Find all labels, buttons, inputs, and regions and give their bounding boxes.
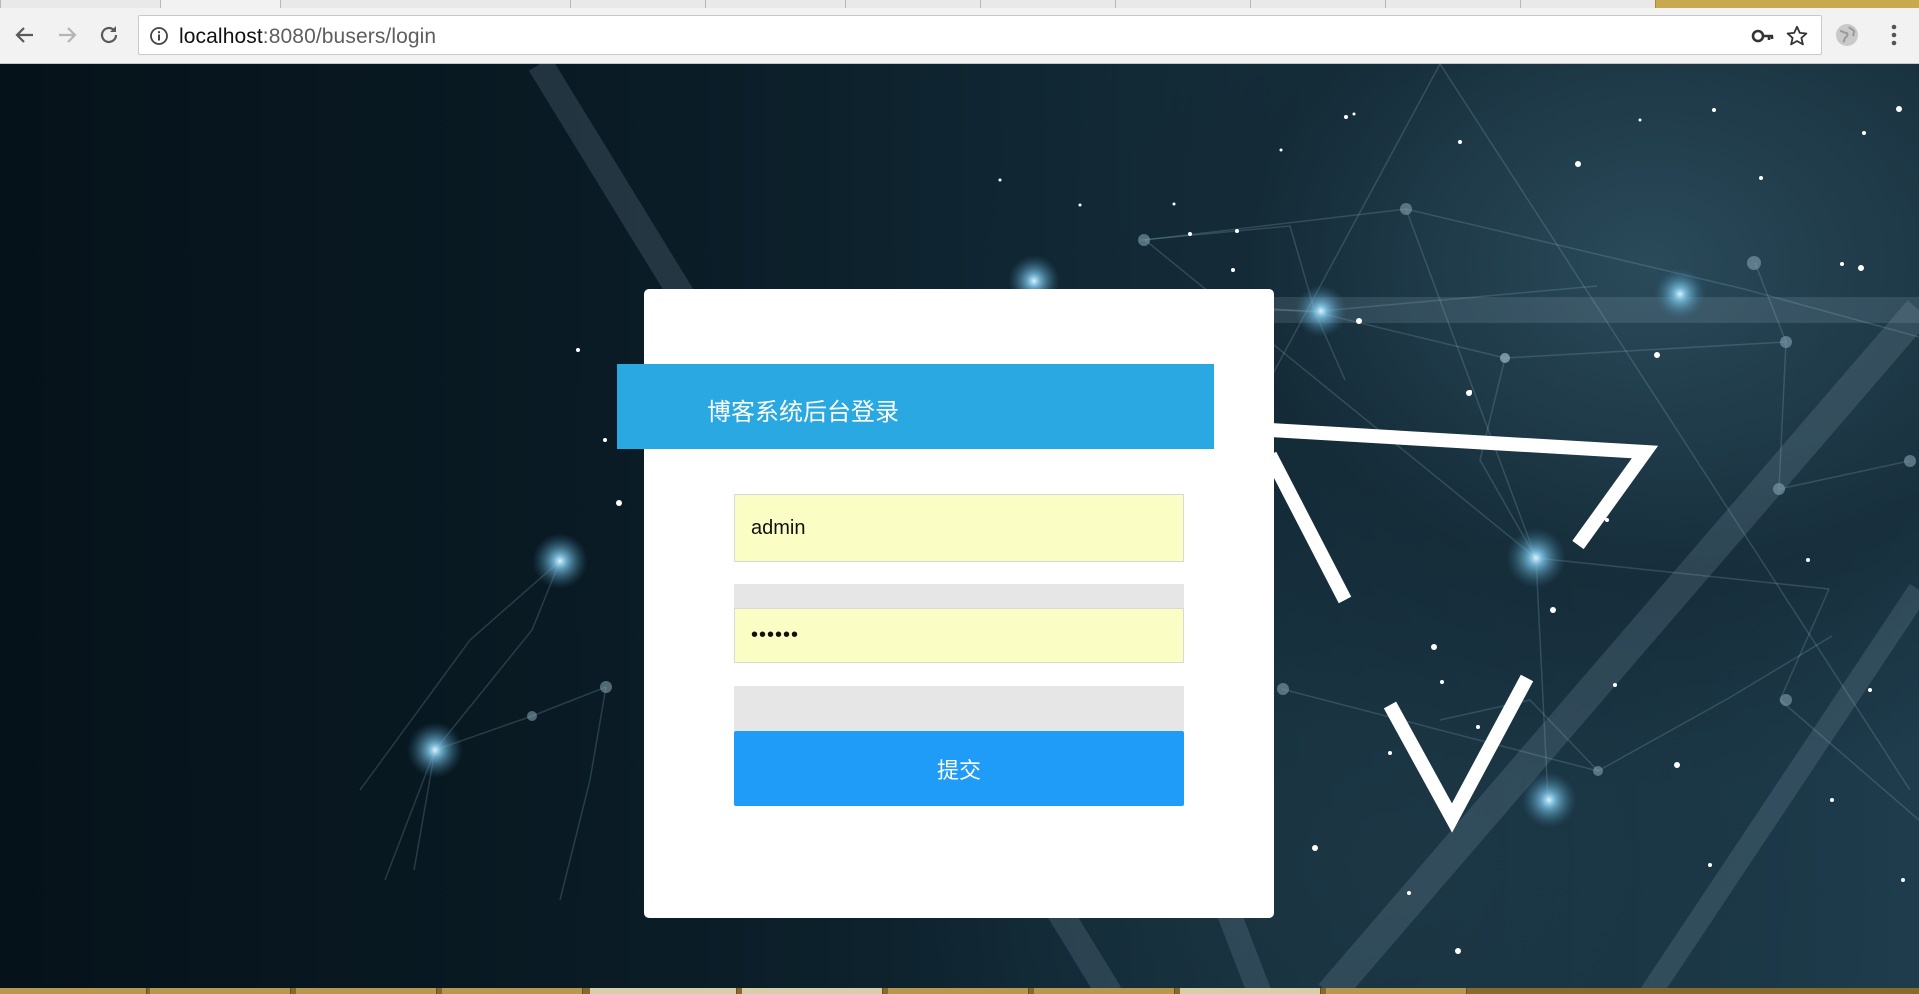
browser-toolbar: localhost:8080/busers/login [0, 8, 1919, 64]
tab-strip [0, 0, 1919, 8]
browser-tab[interactable] [160, 0, 282, 8]
url-host: localhost [179, 25, 263, 48]
url-text[interactable]: localhost:8080/busers/login [179, 25, 436, 49]
browser-tab[interactable] [1655, 0, 1919, 8]
vertical-dots-icon[interactable] [1882, 22, 1906, 48]
username-input[interactable]: admin [734, 494, 1184, 562]
browser-tab[interactable] [1385, 0, 1522, 8]
submit-button[interactable]: 提交 [734, 731, 1184, 806]
browser-tab[interactable] [1250, 0, 1387, 8]
login-title: 博客系统后台登录 [707, 399, 899, 426]
browser-tab[interactable] [280, 0, 572, 8]
reload-icon [100, 26, 118, 44]
password-field-top [734, 584, 1184, 608]
browser-tab[interactable] [570, 0, 707, 8]
globe-icon[interactable] [1834, 22, 1860, 48]
forward-button[interactable] [52, 20, 82, 50]
reload-button[interactable] [94, 20, 124, 50]
taskbar [0, 988, 1919, 994]
arrow-left-icon [15, 27, 33, 43]
captcha-placeholder [734, 686, 1184, 731]
url-path: :8080/busers/login [262, 25, 437, 48]
browser-tab[interactable] [0, 0, 162, 8]
star-icon[interactable] [1785, 24, 1809, 48]
address-bar[interactable]: localhost:8080/busers/login [138, 15, 1822, 55]
back-button[interactable] [10, 20, 40, 50]
browser-tab[interactable] [1115, 0, 1252, 8]
browser-tab[interactable] [705, 0, 847, 8]
password-input[interactable]: •••••• [734, 608, 1184, 663]
arrow-right-icon [59, 27, 77, 43]
info-icon[interactable] [149, 26, 169, 46]
browser-tab[interactable] [1520, 0, 1657, 8]
login-banner: 博客系统后台登录 [617, 364, 1214, 449]
key-icon[interactable] [1751, 26, 1775, 46]
browser-tab[interactable] [845, 0, 982, 8]
browser-tab[interactable] [980, 0, 1117, 8]
